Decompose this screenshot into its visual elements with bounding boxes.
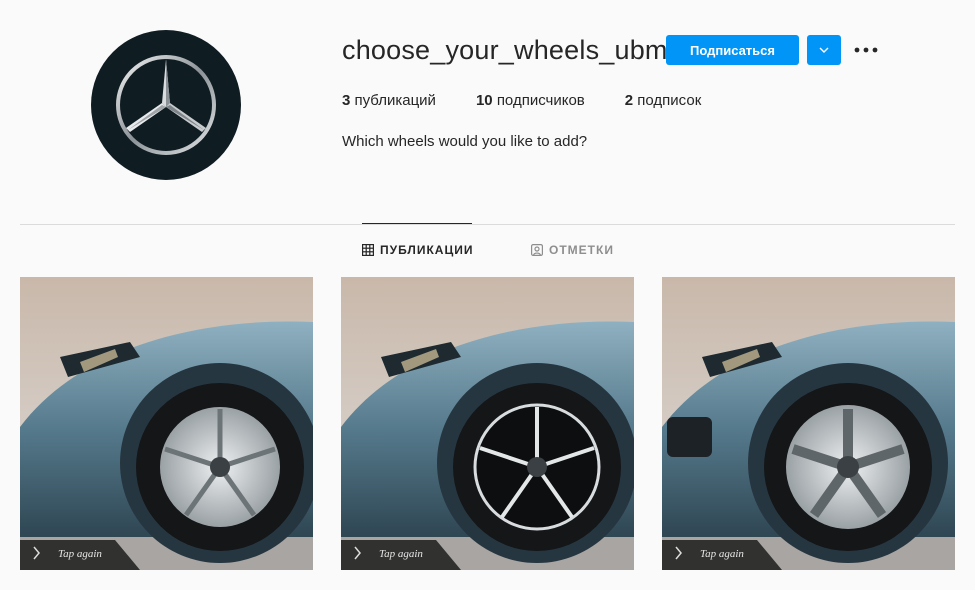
stat-followers[interactable]: 10 подписчиков xyxy=(476,92,585,109)
stat-following[interactable]: 2 подписок xyxy=(625,92,701,109)
post-image xyxy=(20,277,313,570)
tab-tagged[interactable]: ОТМЕТКИ xyxy=(531,224,614,276)
tab-tagged-label: ОТМЕТКИ xyxy=(549,243,614,257)
stat-following-count: 2 xyxy=(624,92,634,109)
suggested-dropdown-button[interactable] xyxy=(807,35,841,65)
follow-button[interactable]: Подписаться xyxy=(666,35,799,65)
chevron-down-icon xyxy=(819,47,829,53)
tab-posts[interactable]: ПУБЛИКАЦИИ xyxy=(362,223,472,276)
tap-again-label: Tap again xyxy=(58,548,102,560)
grid-icon xyxy=(362,244,374,256)
stat-following-label: подписок xyxy=(637,92,702,109)
tap-again-label: Tap again xyxy=(700,548,744,560)
profile-stats: 3 публикаций 10 подписчиков 2 подписок xyxy=(342,92,741,109)
profile-username: choose_your_wheels_ubm xyxy=(342,35,668,65)
tab-posts-label: ПУБЛИКАЦИИ xyxy=(380,243,474,257)
tabs-divider xyxy=(20,224,955,225)
mercedes-star-logo xyxy=(116,55,216,155)
profile-bio: Which wheels would you like to add? xyxy=(342,133,588,150)
stat-posts: 3 публикаций xyxy=(342,92,436,109)
more-options-button[interactable] xyxy=(852,38,880,62)
stat-posts-label: публикаций xyxy=(354,92,436,109)
post-image xyxy=(341,277,634,570)
stat-followers-label: подписчиков xyxy=(496,92,585,109)
stat-posts-count: 3 xyxy=(342,92,351,109)
more-dots-icon xyxy=(854,47,878,53)
stat-followers-count: 10 xyxy=(475,92,493,109)
profile-avatar[interactable] xyxy=(91,30,241,180)
post-thumbnail[interactable]: Tap again xyxy=(20,277,313,570)
post-thumbnail[interactable]: Tap again xyxy=(341,277,634,570)
post-thumbnail[interactable]: Tap again xyxy=(662,277,955,570)
tap-again-label: Tap again xyxy=(379,548,423,560)
tagged-icon xyxy=(531,244,543,256)
post-image xyxy=(662,277,955,570)
